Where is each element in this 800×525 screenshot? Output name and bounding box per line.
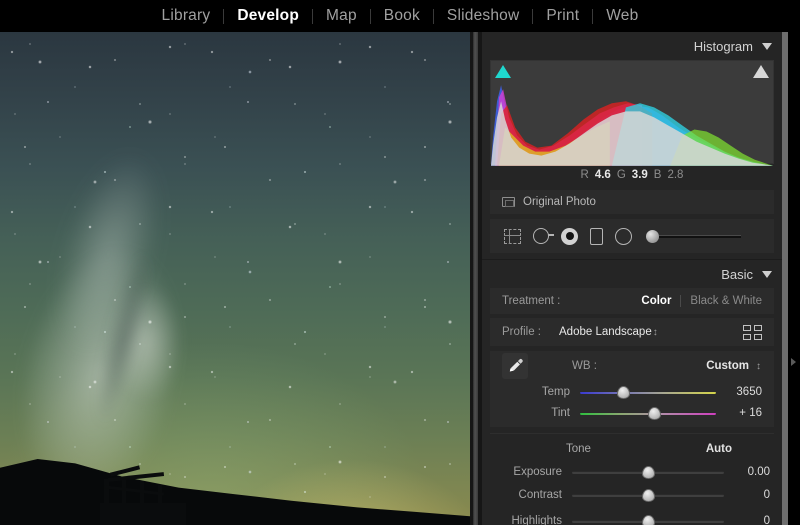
- right-develop-panel: Histogram: [482, 32, 782, 525]
- histogram-graph[interactable]: [490, 60, 774, 164]
- profile-label: Profile :: [502, 326, 541, 338]
- rgb-readout: R 4.6 G 3.9 B 2.8: [482, 164, 782, 186]
- tone-section-header: Tone Auto: [482, 437, 782, 461]
- chevron-updown-icon[interactable]: ↕: [652, 327, 659, 338]
- panel-divider-handle[interactable]: [470, 32, 482, 525]
- profile-browser-grid-icon[interactable]: [743, 325, 762, 340]
- temp-value[interactable]: 3650: [716, 386, 762, 398]
- wb-value[interactable]: Custom: [706, 360, 749, 372]
- tint-value[interactable]: + 16: [716, 407, 762, 419]
- shadow-clipping-triangle-icon[interactable]: [495, 65, 511, 78]
- highlights-value[interactable]: 0: [724, 515, 770, 525]
- original-photo-label: Original Photo: [523, 196, 596, 208]
- nav-item-book[interactable]: Book: [371, 0, 433, 32]
- rgb-b-value: 2.8: [667, 169, 683, 181]
- graduated-filter-icon[interactable]: [590, 228, 603, 245]
- chevron-down-icon[interactable]: [762, 43, 772, 50]
- right-panel-scrollbar[interactable]: [782, 32, 800, 525]
- highlights-slider-handle[interactable]: [642, 515, 655, 525]
- photo-night-sky: [0, 32, 470, 525]
- image-preview-area[interactable]: [0, 32, 470, 525]
- treatment-bw-option[interactable]: Black & White: [690, 295, 762, 307]
- tint-slider-handle[interactable]: [648, 407, 661, 420]
- nav-item-web[interactable]: Web: [593, 0, 651, 32]
- spot-removal-icon[interactable]: [533, 228, 549, 244]
- divider-grip: [473, 32, 478, 525]
- lightroom-develop-window: LibraryDevelopMapBookSlideshowPrintWeb: [0, 0, 800, 525]
- develop-tool-strip: [490, 219, 774, 253]
- tint-slider-row: Tint + 16: [490, 402, 774, 423]
- wb-row: WB : Custom ↕: [490, 351, 774, 381]
- module-picker-nav: LibraryDevelopMapBookSlideshowPrintWeb: [0, 0, 800, 32]
- contrast-value[interactable]: 0: [724, 489, 770, 501]
- nav-item-print[interactable]: Print: [533, 0, 592, 32]
- profile-value[interactable]: Adobe Landscape: [559, 326, 652, 338]
- tint-slider-track[interactable]: [580, 406, 716, 420]
- chevron-down-icon[interactable]: [762, 271, 772, 278]
- brush-slider-track[interactable]: [659, 235, 741, 238]
- white-balance-block: WB : Custom ↕ Temp 3650 Tint + 16: [490, 351, 774, 427]
- nav-item-develop[interactable]: Develop: [224, 0, 312, 32]
- exposure-slider-row: Exposure 0.00: [482, 461, 782, 482]
- profile-row: Profile : Adobe Landscape ↕: [490, 318, 774, 346]
- histogram-title: Histogram: [694, 39, 753, 54]
- scrollbar-thumb[interactable]: [782, 32, 788, 525]
- tone-label: Tone: [566, 443, 591, 455]
- treatment-color-option[interactable]: Color: [641, 295, 671, 307]
- rgb-g-label: G: [617, 169, 626, 181]
- histogram-plot: [491, 61, 773, 166]
- original-photo-button[interactable]: Original Photo: [490, 190, 774, 214]
- tint-label: Tint: [502, 407, 570, 419]
- rgb-b-label: B: [654, 169, 662, 181]
- wb-chevron-updown-icon[interactable]: ↕: [755, 361, 762, 372]
- highlight-clipping-triangle-icon[interactable]: [753, 65, 769, 78]
- panel-collapse-right-arrow-icon[interactable]: [791, 358, 796, 366]
- treatment-label: Treatment :: [502, 295, 560, 307]
- temp-slider-track[interactable]: [580, 385, 716, 399]
- rgb-r-value: 4.6: [595, 169, 611, 181]
- brush-slider-handle[interactable]: [646, 230, 659, 243]
- temp-slider-gradient: [580, 391, 716, 394]
- temp-label: Temp: [502, 386, 570, 398]
- treatment-separator: [680, 295, 681, 307]
- contrast-slider-handle[interactable]: [642, 489, 655, 502]
- rgb-g-value: 3.9: [632, 169, 648, 181]
- temp-slider-handle[interactable]: [617, 386, 630, 399]
- crop-icon[interactable]: [504, 229, 521, 244]
- radial-filter-icon[interactable]: [615, 228, 632, 245]
- temp-slider-row: Temp 3650: [490, 381, 774, 402]
- histogram-panel-header[interactable]: Histogram: [482, 32, 782, 60]
- exposure-label: Exposure: [494, 466, 562, 478]
- highlights-slider-track[interactable]: [572, 514, 724, 525]
- contrast-slider-row: Contrast 0: [482, 482, 782, 508]
- exposure-value[interactable]: 0.00: [724, 466, 770, 478]
- nav-item-slideshow[interactable]: Slideshow: [434, 0, 532, 32]
- brush-icon[interactable]: [646, 230, 741, 243]
- basic-panel-header[interactable]: Basic: [482, 260, 782, 288]
- exposure-slider-handle[interactable]: [642, 466, 655, 479]
- contrast-slider-track[interactable]: [572, 488, 724, 502]
- rgb-r-label: R: [581, 169, 589, 181]
- contrast-label: Contrast: [494, 489, 562, 501]
- photo-icon: [502, 197, 515, 207]
- highlights-slider-row: Highlights 0: [482, 508, 782, 525]
- nav-item-map[interactable]: Map: [313, 0, 370, 32]
- basic-title: Basic: [721, 267, 753, 282]
- white-balance-eyedropper-icon[interactable]: [502, 353, 528, 379]
- highlights-label: Highlights: [494, 515, 562, 525]
- auto-tone-button[interactable]: Auto: [706, 443, 732, 455]
- star-field-bright: [0, 32, 470, 525]
- wb-label: WB :: [572, 360, 597, 372]
- nav-item-library[interactable]: Library: [149, 0, 224, 32]
- mine-headframe-silhouette: [100, 467, 186, 525]
- red-eye-icon[interactable]: [561, 228, 578, 245]
- treatment-row: Treatment : Color Black & White: [490, 288, 774, 314]
- exposure-slider-track[interactable]: [572, 465, 724, 479]
